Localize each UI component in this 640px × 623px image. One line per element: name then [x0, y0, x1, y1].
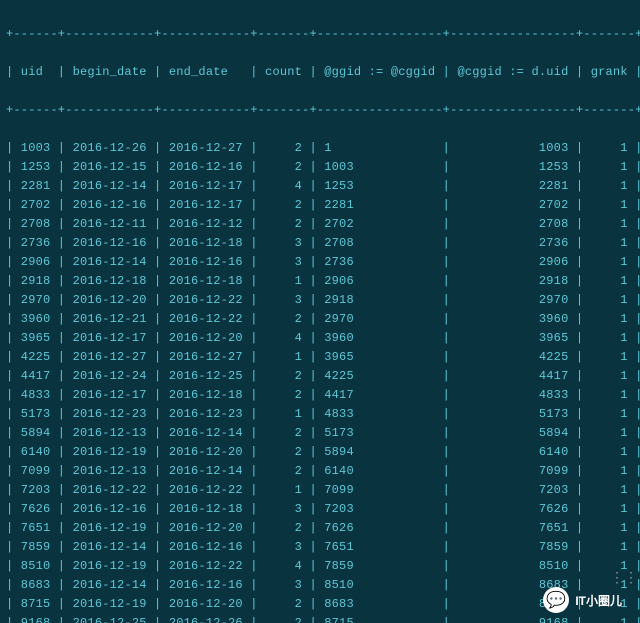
separator-header: +------+------------+------------+------… [6, 101, 634, 120]
watermark-text: IT小圈儿 [575, 592, 622, 609]
terminal-output: +------+------------+------------+------… [0, 0, 640, 623]
wechat-avatar-icon: 💬 [543, 587, 569, 613]
header-row: | uid | begin_date | end_date | count | … [6, 63, 634, 82]
separator-top: +------+------------+------------+------… [6, 25, 634, 44]
grid-icon: ⋮⋮ [610, 570, 638, 587]
watermark: 💬 IT小圈儿 [543, 587, 622, 613]
